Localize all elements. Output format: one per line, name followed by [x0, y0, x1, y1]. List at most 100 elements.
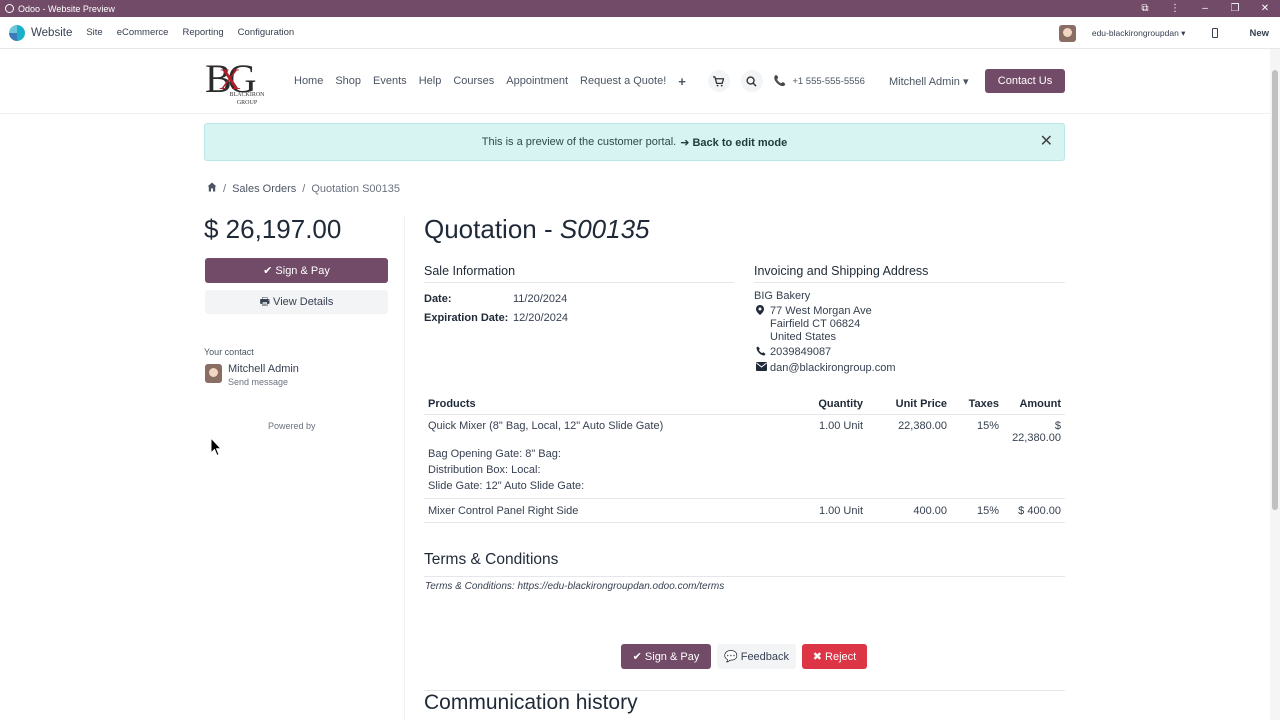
expiration-label: Expiration Date: — [424, 312, 508, 324]
detail-line: Slide Gate: 12" Auto Slide Gate: — [428, 480, 585, 492]
caret-down-icon: ▾ — [1181, 27, 1186, 38]
terms-link[interactable]: https://edu-blackirongroupdan.odoo.com/t… — [517, 581, 724, 592]
address-country: United States — [770, 331, 837, 343]
reject-button[interactable]: ✖ Reject — [802, 644, 867, 669]
close-icon[interactable]: ✕ — [1040, 134, 1053, 150]
caret-down-icon: ▾ — [962, 75, 969, 88]
breadcrumb-sales-orders[interactable]: Sales Orders — [232, 183, 296, 195]
nav-appointment[interactable]: Appointment — [506, 75, 568, 87]
expiration-label-text: Expiration Date: — [424, 312, 509, 324]
nav-courses[interactable]: Courses — [453, 75, 494, 87]
brand-subtitle: BLACKIRON GROUP — [229, 92, 265, 106]
product-details-row: Bag Opening Gate: 8" Bag: Distribution B… — [424, 446, 1065, 499]
address-email[interactable]: dan@blackirongroup.com — [770, 362, 896, 374]
nav-request-quote[interactable]: Request a Quote! — [580, 75, 666, 87]
table-header-row: Products Quantity Unit Price Taxes Amoun… — [424, 394, 1065, 415]
envelope-icon — [756, 362, 767, 374]
menu-site[interactable]: Site — [86, 27, 102, 38]
nav-home[interactable]: Home — [294, 75, 323, 87]
map-marker-icon — [756, 305, 764, 318]
maximize-button[interactable]: ❐ — [1220, 3, 1250, 14]
close-window-button[interactable]: ✕ — [1250, 3, 1280, 14]
quotation-number: S00135 — [559, 214, 650, 244]
menu-reporting[interactable]: Reporting — [182, 27, 223, 38]
mobile-preview-icon[interactable] — [1212, 28, 1219, 38]
terms-label: Terms & Conditions: — [425, 581, 518, 592]
breadcrumb: / Sales Orders / Quotation S00135 — [207, 182, 400, 195]
app-name[interactable]: Website — [31, 27, 72, 39]
powered-by: Powered by — [268, 421, 316, 431]
address-city: Fairfield CT 06824 — [770, 318, 861, 330]
add-menu-icon[interactable]: + — [678, 74, 686, 89]
address-phone[interactable]: 2039849087 — [770, 346, 831, 358]
view-details-button[interactable]: 🖶 View Details — [205, 290, 388, 314]
menu-configuration[interactable]: Configuration — [238, 27, 295, 38]
product-details: Bag Opening Gate: 8" Bag: Distribution B… — [424, 446, 782, 499]
product-amount: $ 400.00 — [1003, 498, 1065, 523]
main-nav: Home Shop Events Help Courses Appointmen… — [294, 49, 979, 113]
scrollbar-thumb[interactable] — [1272, 70, 1278, 510]
cart-icon[interactable] — [707, 70, 730, 92]
address-company: BIG Bakery — [754, 290, 811, 302]
col-quantity: Quantity — [782, 394, 867, 415]
quotation-title: Quotation - S00135 — [424, 214, 650, 245]
more-menu-icon[interactable]: ⋮ — [1160, 3, 1190, 14]
detail-line: Distribution Box: Local: — [428, 464, 541, 476]
odoo-logo-icon[interactable] — [9, 24, 25, 41]
database-name: edu-blackirongroupdan — [1091, 27, 1179, 38]
product-taxes: 15% — [976, 419, 999, 432]
column-divider — [404, 216, 405, 720]
search-icon[interactable] — [740, 70, 763, 92]
col-taxes: Taxes — [951, 394, 1003, 415]
new-button[interactable]: New — [1249, 28, 1269, 39]
terms-heading: Terms & Conditions — [424, 551, 1065, 577]
user-avatar[interactable] — [1058, 24, 1076, 42]
feedback-button[interactable]: 💬 Feedback — [717, 644, 796, 669]
nav-help[interactable]: Help — [419, 75, 442, 87]
product-quantity: 1.00 Unit — [818, 419, 863, 432]
contact-name: Mitchell Admin — [228, 363, 299, 375]
sign-pay-button[interactable]: ✔ Sign & Pay — [205, 258, 388, 283]
home-icon[interactable] — [207, 182, 217, 195]
product-amount: $ 22,380.00 — [1012, 419, 1061, 444]
user-menu[interactable]: Mitchell Admin ▾ — [889, 75, 969, 88]
app-icon — [5, 4, 14, 13]
phone-icon — [756, 346, 766, 359]
odoo-topbar: Website Site eCommerce Reporting Configu… — [0, 17, 1280, 49]
window-controls: ⧉ ⋮ – ❐ ✕ — [1130, 0, 1280, 17]
product-name: Quick Mixer (8" Bag, Local, 12" Auto Sli… — [428, 419, 664, 432]
back-to-edit-link[interactable]: ➜ Back to edit mode — [680, 136, 787, 149]
product-taxes: 15% — [951, 498, 1003, 523]
products-table: Products Quantity Unit Price Taxes Amoun… — [424, 394, 1065, 523]
col-amount: Amount — [1003, 394, 1065, 415]
table-row: Mixer Control Panel Right Side 1.00 Unit… — [424, 498, 1065, 523]
product-unit-price: 400.00 — [867, 498, 951, 523]
breadcrumb-current: Quotation S00135 — [311, 182, 401, 195]
minimize-button[interactable]: – — [1190, 3, 1220, 14]
user-menu-name: Mitchell Admin — [888, 75, 960, 88]
extensions-icon[interactable]: ⧉ — [1130, 3, 1160, 14]
brand-logo[interactable]: BG X BLACKIRON GROUP — [205, 55, 273, 109]
contact-avatar — [205, 364, 222, 383]
sign-pay-bottom-button[interactable]: ✔ Sign & Pay — [621, 644, 711, 669]
communication-history-heading: Communication history — [424, 690, 1065, 715]
nav-events[interactable]: Events — [373, 75, 407, 87]
contact-us-button[interactable]: Contact Us — [985, 69, 1065, 93]
send-message-link[interactable]: Send message — [228, 377, 288, 387]
window-title: Odoo - Website Preview — [18, 3, 115, 14]
total-amount: $ 26,197.00 — [204, 214, 342, 244]
alert-text: This is a preview of the customer portal… — [481, 136, 677, 148]
terms-text: Terms & Conditions: https://edu-blackiro… — [425, 581, 724, 592]
phone-icon: 📞 — [773, 75, 787, 87]
database-selector[interactable]: edu-blackirongroupdan ▾ — [1092, 28, 1186, 39]
address-heading: Invoicing and Shipping Address — [754, 264, 1065, 283]
menu-ecommerce[interactable]: eCommerce — [117, 27, 169, 38]
window-titlebar: Odoo - Website Preview ⧉ ⋮ – ❐ ✕ — [0, 0, 1280, 17]
product-unit-price: 22,380.00 — [898, 419, 947, 432]
detail-line: Bag Opening Gate: 8" Bag: — [428, 448, 561, 460]
nav-shop[interactable]: Shop — [335, 75, 361, 87]
date-label: Date: — [424, 293, 452, 305]
phone-number[interactable]: +1 555-555-5556 — [792, 76, 865, 87]
address-street: 77 West Morgan Ave — [770, 305, 872, 317]
col-unit-price: Unit Price — [867, 394, 951, 415]
